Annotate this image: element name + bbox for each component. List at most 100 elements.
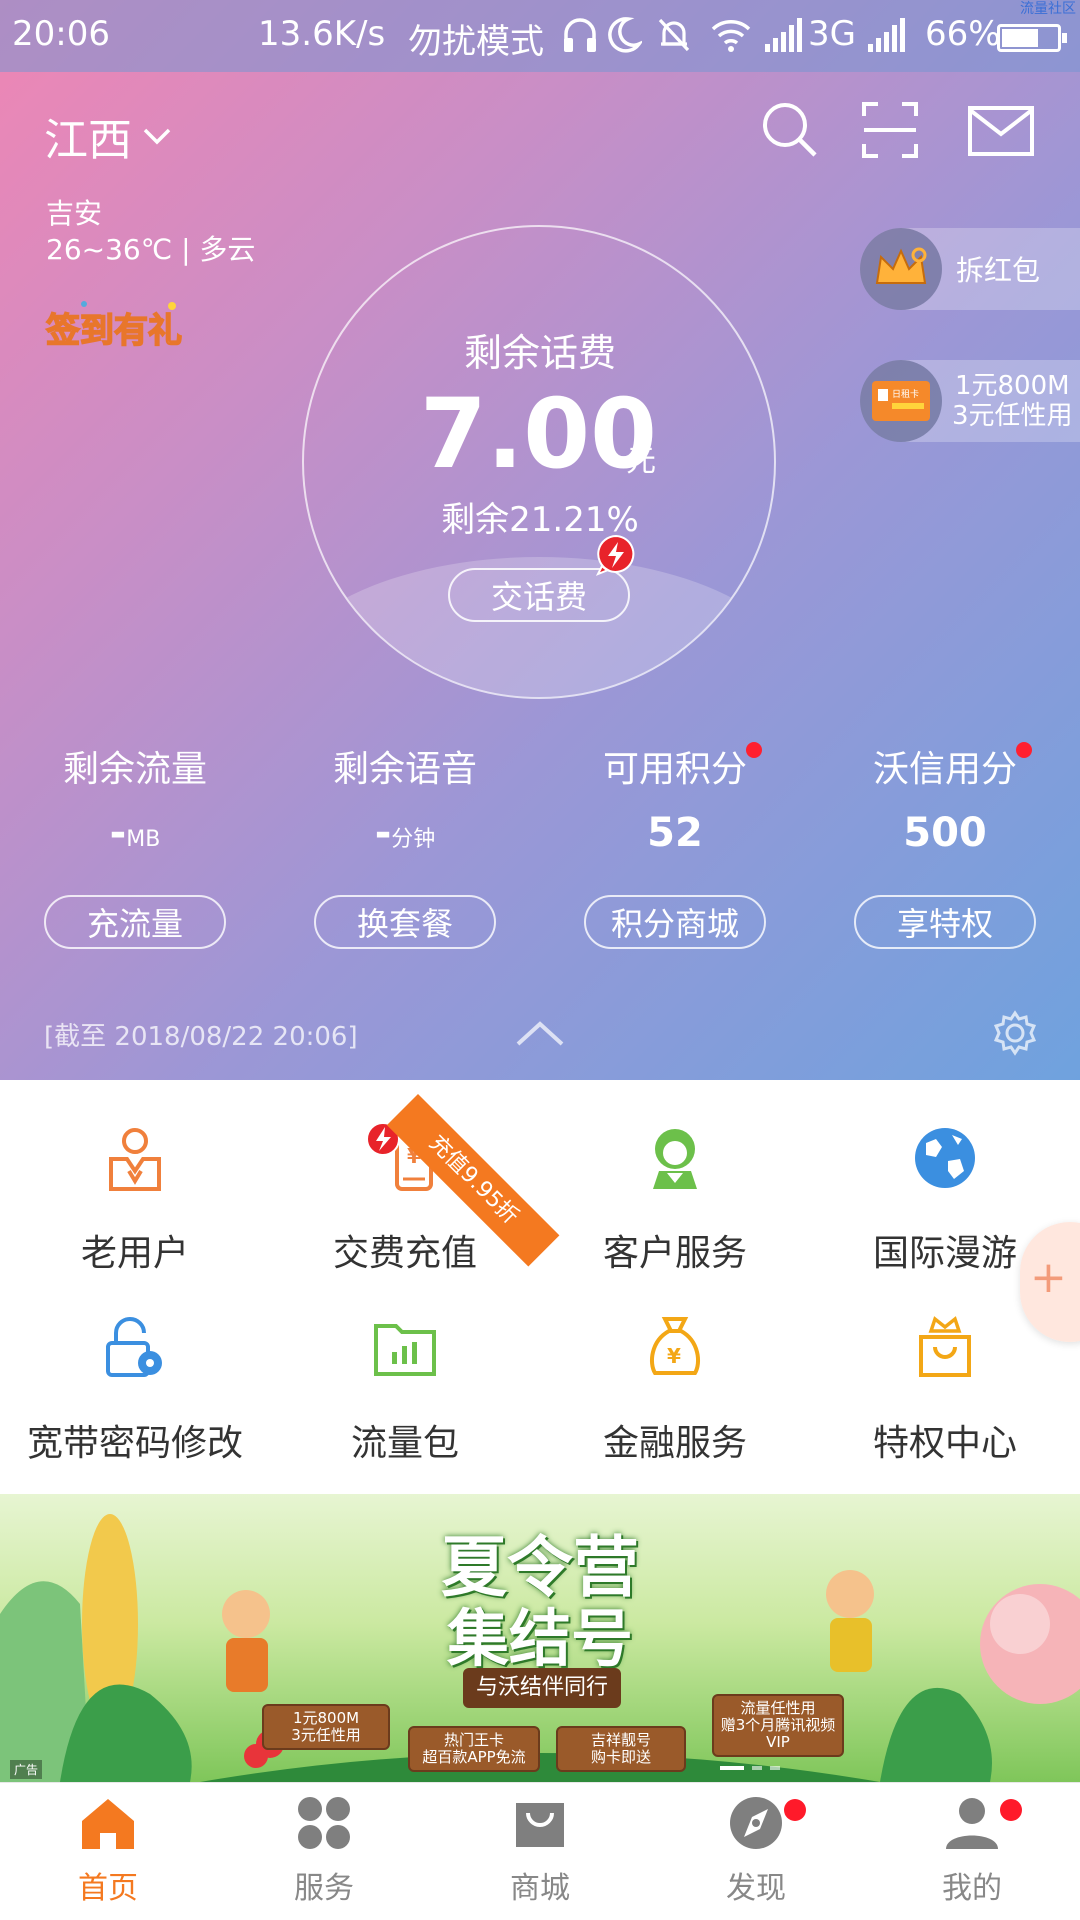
status-net-speed: 13.6K/s [258,14,386,54]
grid-item-label: 流量包 [350,1423,459,1464]
red-packet-label: 拆红包 [956,254,1041,287]
headphones-icon [564,18,596,52]
weather-label: 26~36℃ | 多云 [46,233,256,266]
grid-item-old-user[interactable]: 老用户 [0,1118,270,1276]
grid-item-label: 金融服务 [602,1423,747,1464]
red-packet-promo[interactable]: 拆红包 [860,228,1080,310]
grid-item-customer-service[interactable]: 客户服务 [540,1118,810,1276]
privileges-button[interactable]: 享特权 [854,895,1036,949]
tab-services[interactable]: 服务 [216,1795,432,1907]
globe-icon [915,1128,975,1188]
signal-2-icon [868,18,905,52]
services-icon [298,1797,350,1849]
status-network-type: 3G [808,14,856,54]
banner-sign: 吉祥靓号 购卡即送 [556,1726,686,1772]
grid-item-label: 客户服务 [602,1233,747,1274]
day-card-promo[interactable]: 日租卡 1元800M 3元任性用 [860,360,1080,442]
status-dnd: 勿扰模式 [408,22,544,62]
customer-service-icon [653,1129,697,1189]
wifi-icon [711,20,751,52]
sim-card-icon: 日租卡 [860,360,942,442]
balance-value: 7.00 [420,378,657,490]
recharge-data-button[interactable]: 充流量 [44,895,226,949]
banner-subtitle: 与沃结伴同行 [463,1668,621,1708]
bottom-tab-bar: 首页 服务 商城 发现 我的 [0,1782,1080,1920]
corner-tag: 流量社区 [1020,1,1076,17]
tab-label: 我的 [942,1871,1002,1906]
status-battery-pct: 66% [925,14,1001,54]
notification-dot [784,1799,806,1821]
banner-title-line2: 集结号 [446,1602,633,1675]
grid-item-broadband-password[interactable]: 宽带密码修改 [0,1308,270,1466]
province-selector[interactable]: 江西 [44,104,172,168]
stat-label: 可用积分 [602,749,747,790]
data-folder-icon [374,1324,436,1376]
banner-sign: 热门王卡 超百款APP免流 [408,1726,540,1772]
balance-remaining: 剩余21.21% [441,500,639,540]
notification-dot [746,742,762,758]
banner-sign: 1元800M 3元任性用 [262,1704,390,1750]
notification-dot [1016,742,1032,758]
grid-item-data-pack[interactable]: 流量包 [270,1308,540,1466]
chevron-down-icon [143,128,171,145]
as-of-timestamp: [截至 2018/08/22 20:06] [44,1022,358,1052]
account-header: 20:06 13.6K/s 勿扰模式 3G 66% 流量社区 江西 吉安 26~… [0,0,1080,1080]
profile-icon [946,1798,998,1849]
grid-item-label: 老用户 [80,1233,189,1274]
signal-icon [765,18,802,52]
tab-profile[interactable]: 我的 [864,1795,1080,1907]
location-weather: 吉安 26~36℃ | 多云 [46,196,255,268]
gear-icon[interactable] [992,1010,1038,1056]
stat-value: -MB [109,810,161,856]
status-time: 20:06 [12,14,110,54]
crown-icon [860,228,942,310]
tab-shop[interactable]: 商城 [432,1795,648,1907]
stat-value: -分钟 [374,810,436,856]
old-user-icon [109,1128,161,1191]
svg-text:¥: ¥ [667,1344,681,1368]
chevron-up-icon[interactable] [514,1018,566,1048]
svg-text:日租卡: 日租卡 [892,388,919,400]
search-icon[interactable] [760,100,820,160]
banner-sign: 流量任性用 赠3个月腾讯视频VIP [712,1694,844,1757]
tab-home[interactable]: 首页 [0,1795,216,1907]
money-bag-icon: ¥ [650,1317,700,1375]
tab-label: 服务 [294,1871,354,1906]
ad-tag: 广告 [10,1760,43,1779]
mail-icon[interactable] [968,106,1034,156]
day-card-line2: 3元任性用 [952,401,1073,431]
lock-gear-icon [106,1317,162,1377]
stat-credit[interactable]: 沃信用分 500 [810,740,1080,856]
balance-unit: 元 [626,444,656,479]
promo-banner[interactable]: 夏令营 集结号 与沃结伴同行 1元800M 3元任性用 热门王卡 超百款APP免流 … [0,1494,1080,1782]
day-card-text: 1元800M 3元任性用 [952,371,1073,431]
notification-dot [1000,1799,1022,1821]
stat-value: 500 [903,810,987,856]
city-label: 吉安 [46,197,103,230]
tab-label: 商城 [510,1871,570,1906]
points-mall-button[interactable]: 积分商城 [584,895,766,949]
home-icon [82,1799,134,1849]
pay-bill-button[interactable]: 交话费 [448,568,630,622]
day-card-line1: 1元800M [954,371,1070,401]
grid-item-finance[interactable]: ¥ 金融服务 [540,1308,810,1466]
flash-badge-icon [596,534,635,576]
carousel-dots [720,1766,780,1770]
scan-icon[interactable] [862,100,918,160]
change-plan-button[interactable]: 换套餐 [314,895,496,949]
battery-icon [997,24,1067,52]
stat-label: 剩余语音 [332,749,477,790]
crown-bag-icon [919,1316,971,1377]
stat-voice[interactable]: 剩余语音 -分钟 [270,740,540,856]
stat-data[interactable]: 剩余流量 -MB [0,740,270,856]
stat-value: 52 [647,810,703,856]
stat-points[interactable]: 可用积分 52 [540,740,810,856]
tab-label: 发现 [726,1871,786,1906]
plus-icon: + [1030,1252,1067,1303]
bell-muted-icon [658,18,690,52]
status-bar: 20:06 13.6K/s 勿扰模式 3G 66% 流量社区 [0,0,1080,72]
compass-icon [730,1797,782,1849]
shop-bag-icon [516,1803,564,1847]
stat-label: 剩余流量 [62,749,207,790]
tab-discover[interactable]: 发现 [648,1795,864,1907]
